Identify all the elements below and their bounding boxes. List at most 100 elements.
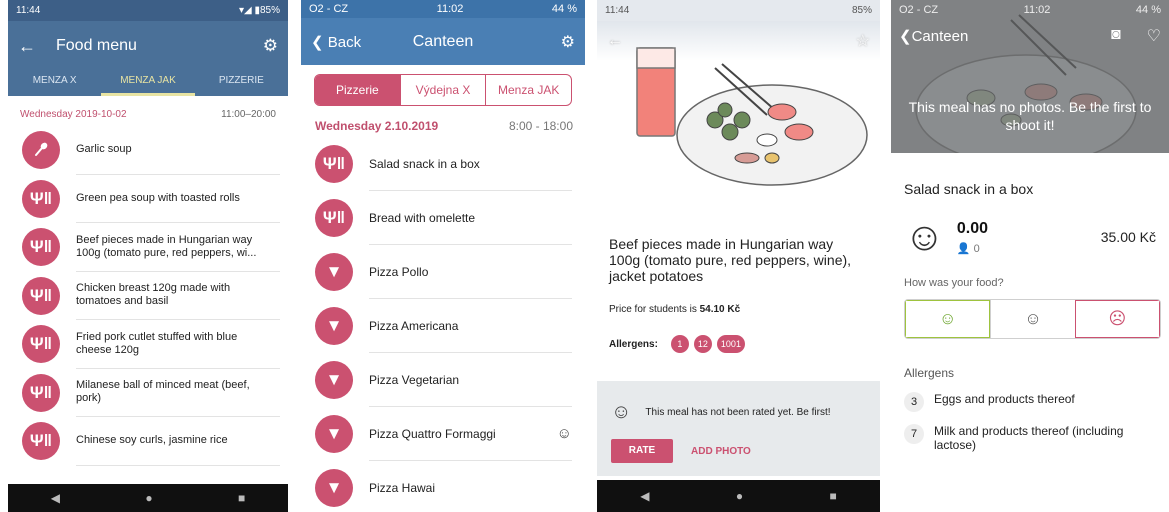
gear-icon[interactable]: ⚙ [561,32,575,52]
meal-name: Salad snack in a box [369,156,480,171]
page-title: Food menu [56,37,137,54]
list-item[interactable]: ▼ Pizza Quattro Formaggi ☺ [301,407,585,461]
status-battery: 44 % [1135,4,1161,16]
student-price: Price for students is 54.10 Kč [597,284,880,315]
meal-name: Pizza Vegetarian [369,372,460,387]
meal-price: 35.00 Kč [1100,229,1156,245]
pizza-icon: ▼ [315,307,353,345]
neutral-face-icon: ☺ [556,425,572,442]
happy-face-icon[interactable]: ☺ [905,300,991,338]
list-item[interactable]: Garlic soup [8,126,288,175]
nav-bar: ❮ Back Canteen ⚙ [301,18,585,65]
list-item[interactable]: Ψ‖ Salad snack in a box [301,137,585,191]
rating-card: ☺ This meal has not been rated yet. Be f… [597,381,880,476]
allergen-badge[interactable]: 12 [693,335,712,353]
pizza-icon: ▼ [315,253,353,291]
sad-face-icon[interactable]: ☹ [1074,300,1160,338]
system-nav-bar: ◀ ● ■ [8,484,288,512]
back-button[interactable]: ❮ Back [311,33,361,51]
fork-knife-icon: Ψ‖ [22,373,60,412]
nav-recents-icon[interactable]: ■ [830,489,837,503]
list-item[interactable]: ▼ Pizza Hawai [301,461,585,512]
nav-home-icon[interactable]: ● [145,491,152,505]
back-button[interactable]: ❮Canteen [899,27,968,45]
tab-menza-jak[interactable]: MENZA JAK [101,71,195,96]
rate-button[interactable]: RATE [611,439,673,463]
allergen-badge[interactable]: 1001 [716,335,745,353]
pizza-icon: ▼ [315,415,353,453]
meal-illustration: O2 - CZ 11:02 44 % ❮Canteen ◙ ♡ This mea… [891,0,1169,153]
price-prefix: Price for students is [609,304,700,315]
fork-knife-icon: Ψ‖ [315,145,353,183]
list-item[interactable]: Ψ‖ Chicken breast 120g made with tomatoe… [8,272,288,320]
status-carrier: O2 - CZ [899,4,939,16]
allergen-badge[interactable]: 1 [670,335,689,353]
tab-menza-x[interactable]: MENZA X [8,71,101,96]
segment-vydejna-x[interactable]: Výdejna X [399,75,486,105]
status-time: 11:02 [436,3,464,15]
add-photo-button[interactable]: ADD PHOTO [691,446,751,457]
list-item[interactable]: Ψ‖ Milanese ball of minced meat (beef, p… [8,369,288,417]
tab-pizzerie[interactable]: PIZZERIE [195,71,288,96]
list-item[interactable]: ▼ Pizza Americana [301,299,585,353]
gear-icon[interactable]: ⚙ [263,36,278,56]
nav-back-icon[interactable]: ◀ [51,491,60,505]
canteen-segmented-control: Pizzerie Výdejna X Menza JAK [314,74,572,106]
status-battery: 44 % [551,3,577,15]
spoon-icon [22,131,60,170]
status-battery: ▾◢ ▮85% [238,5,280,16]
segment-menza-jak[interactable]: Menza JAK [485,75,571,105]
status-bar: 11:44 85% [597,0,880,21]
list-item[interactable]: Ψ‖ Bread with omelette [301,191,585,245]
heart-icon[interactable]: ♡ [1147,26,1161,46]
meal-name: Fried pork cutlet stuffed with blue chee… [76,320,280,369]
neutral-face-icon: ☺ [611,401,632,423]
back-arrow-icon[interactable]: ← [18,36,48,57]
camera-icon[interactable]: ◙ [1111,26,1121,46]
system-nav-bar: ◀ ● ■ [597,480,880,512]
fork-knife-icon: Ψ‖ [22,179,60,218]
menu-date: Wednesday 2.10.2019 [315,119,439,133]
list-item[interactable]: Ψ‖ Chinese soy curls, jasmine rice [8,417,288,466]
allergen-label: Eggs and products thereof [934,392,1075,406]
meal-list: Ψ‖ Salad snack in a box Ψ‖ Bread with om… [301,137,585,512]
food-menu-screen-android: 11:44 ▾◢ ▮85% ← Food menu ⚙ MENZA X MENZ… [8,0,288,512]
opening-hours: 11:00–20:00 [221,109,276,120]
meal-illustration: 11:44 85% ← ☆ [597,0,880,218]
nav-back-icon[interactable]: ◀ [640,489,649,503]
nav-recents-icon[interactable]: ■ [238,491,245,505]
allergen-badges: Allergens: 1 12 1001 [597,315,880,353]
list-item[interactable]: Ψ‖ Fried pork cutlet stuffed with blue c… [8,320,288,369]
chevron-left-icon: ❮ [899,28,912,45]
date-header: Wednesday 2019-10-02 11:00–20:00 [8,96,288,126]
meal-name: Chicken breast 120g made with tomatoes a… [76,272,280,320]
nav-bar: ❮Canteen ◙ ♡ [891,20,1169,52]
meal-name: Beef pieces made in Hungarian way 100g (… [76,223,280,272]
meal-name: Garlic soup [76,126,280,175]
fork-knife-icon: Ψ‖ [315,199,353,237]
status-bar: O2 - CZ 11:02 44 % [301,0,585,18]
status-time: 11:44 [605,5,630,16]
rating-summary: ☺ 0.00 👤 0 35.00 Kč [891,197,1169,257]
date-header: Wednesday 2.10.2019 8:00 - 18:00 [301,106,585,137]
list-item[interactable]: ▼ Pizza Vegetarian [301,353,585,407]
allergens-label: Allergens: [609,338,658,350]
pizza-icon: ▼ [315,361,353,399]
neutral-face-icon[interactable]: ☺ [990,300,1074,338]
fork-knife-icon: Ψ‖ [22,325,60,364]
list-item[interactable]: ▼ Pizza Pollo [301,245,585,299]
meal-title: Salad snack in a box [904,181,1034,197]
chevron-left-icon: ❮ [311,33,324,51]
list-item[interactable]: Ψ‖ Beef pieces made in Hungarian way 100… [8,223,288,272]
canteen-tabs: MENZA X MENZA JAK PIZZERIE [8,71,288,96]
allergen-label: Milk and products thereof (including lac… [934,424,1124,452]
allergen-number: 3 [904,392,924,412]
status-time: 11:02 [1023,4,1051,16]
allergen-item: 3 Eggs and products thereof [891,380,1169,412]
status-time: 11:44 [16,5,41,16]
back-label: Canteen [911,28,969,45]
nav-home-icon[interactable]: ● [736,489,743,503]
segment-pizzerie[interactable]: Pizzerie [315,75,400,105]
list-item[interactable]: Ψ‖ Green pea soup with toasted rolls [8,175,288,223]
status-bar: O2 - CZ 11:02 44 % [891,0,1169,20]
